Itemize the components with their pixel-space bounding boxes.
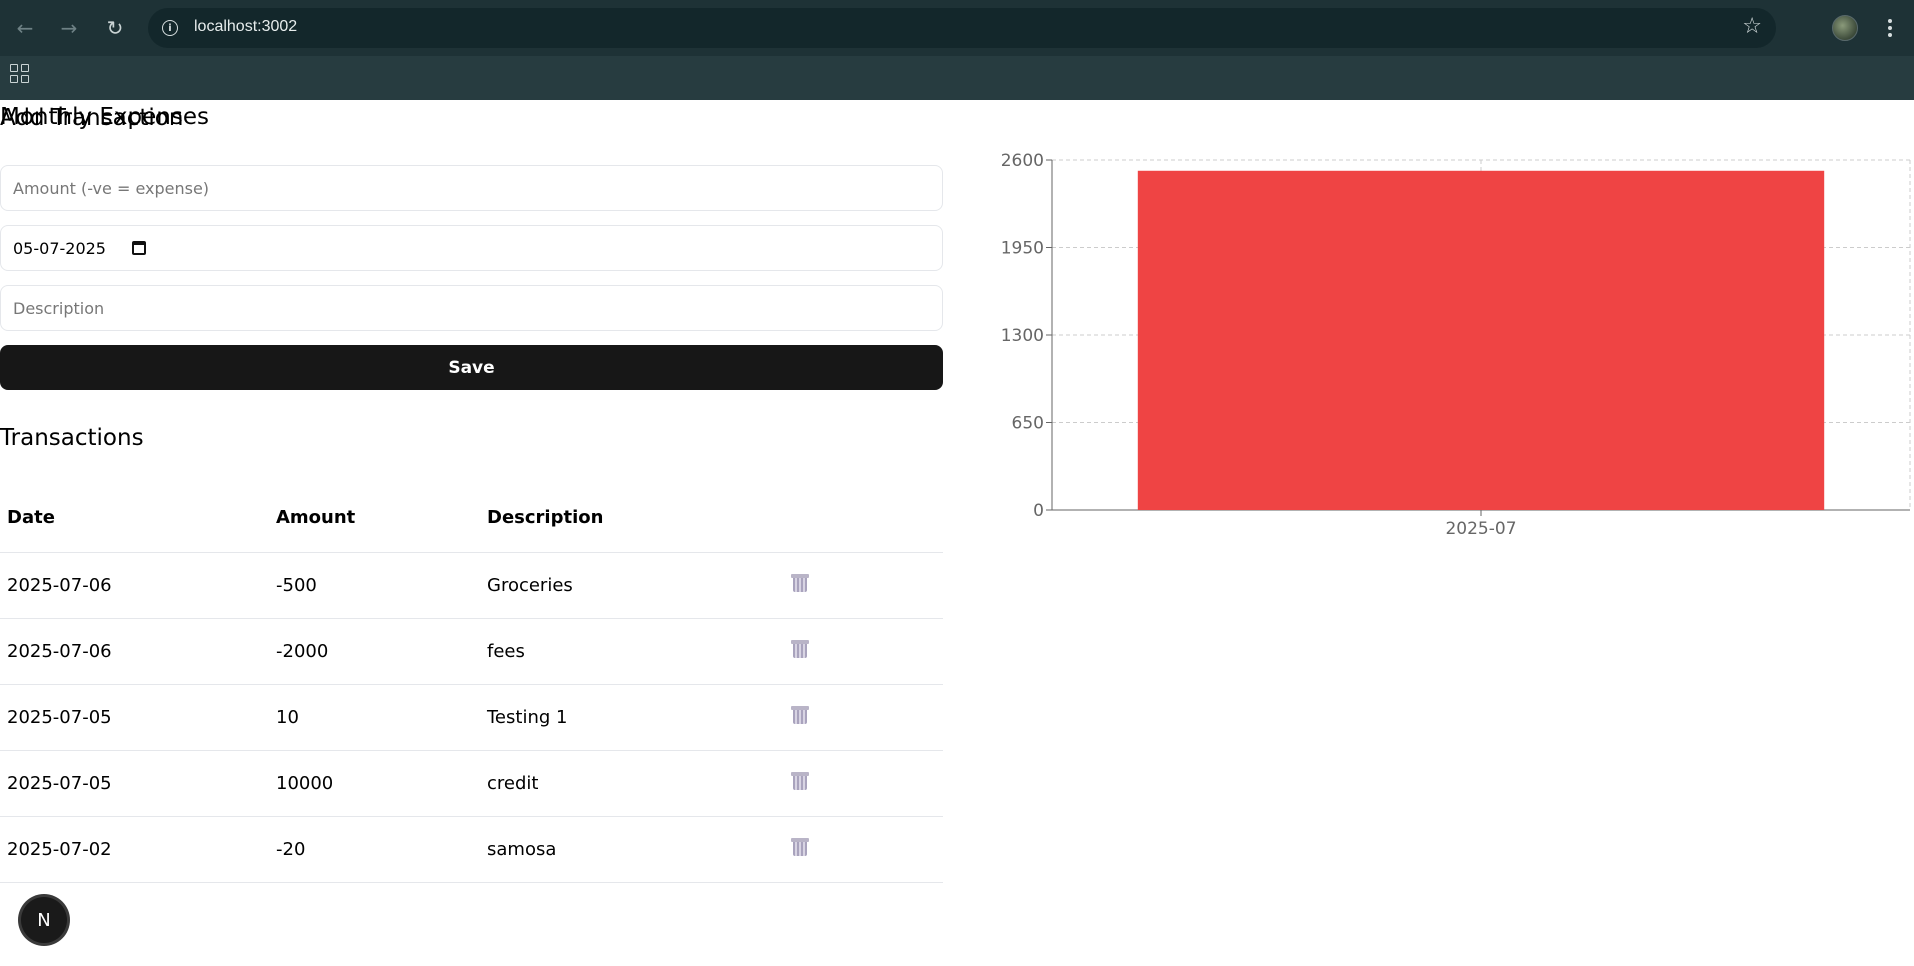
- y-tick-label: 1300: [1001, 326, 1044, 346]
- apps-grid-icon[interactable]: [10, 64, 32, 86]
- trash-icon[interactable]: [791, 705, 809, 724]
- badge-label: N: [37, 909, 51, 931]
- trash-icon[interactable]: [791, 573, 809, 592]
- arrow-right-icon: →: [60, 16, 78, 40]
- row-description: Groceries: [480, 552, 784, 619]
- row-amount: -20: [269, 816, 480, 883]
- reload-button[interactable]: ↻: [100, 13, 130, 43]
- row-actions: [784, 618, 943, 685]
- column-header-date: Date: [0, 484, 269, 553]
- reload-icon: ↻: [106, 16, 124, 40]
- monthly-expenses-heading: Monthly Expenses: [0, 104, 209, 130]
- row-date: 2025-07-05: [0, 684, 269, 751]
- monthly-expenses-chart: 0 650 1300 1950 2600 2025-07: [1001, 152, 1911, 539]
- row-amount: 10000: [269, 750, 480, 817]
- row-description: fees: [480, 618, 784, 685]
- row-actions: [784, 816, 943, 883]
- row-description: Testing 1: [480, 684, 784, 751]
- table-row: 2025-07-05 10 Testing 1: [0, 684, 943, 751]
- site-info-icon[interactable]: i: [158, 16, 182, 40]
- trash-icon[interactable]: [791, 771, 809, 790]
- back-button[interactable]: ←: [10, 13, 40, 43]
- row-date: 2025-07-06: [0, 552, 269, 619]
- star-icon[interactable]: ☆: [1742, 14, 1762, 39]
- address-bar[interactable]: i localhost:3002 ☆: [148, 8, 1776, 48]
- date-value: 05-07-2025: [13, 238, 106, 258]
- row-date: 2025-07-06: [0, 618, 269, 685]
- bar: [1137, 170, 1825, 510]
- url-text: localhost:3002: [194, 18, 298, 35]
- amount-input[interactable]: [0, 165, 943, 211]
- column-header-amount: Amount: [269, 484, 480, 553]
- nextjs-dev-badge[interactable]: N: [21, 897, 67, 943]
- column-header-actions: [784, 484, 943, 553]
- table-row: 2025-07-05 10000 credit: [0, 750, 943, 817]
- row-actions: [784, 684, 943, 751]
- row-actions: [784, 552, 943, 619]
- profile-avatar[interactable]: [1832, 15, 1858, 41]
- date-input[interactable]: 05-07-2025: [0, 225, 943, 271]
- calendar-icon[interactable]: [131, 241, 146, 255]
- row-description: samosa: [480, 816, 784, 883]
- row-amount: 10: [269, 684, 480, 751]
- row-actions: [784, 750, 943, 817]
- arrow-left-icon: ←: [16, 16, 34, 40]
- column-header-description: Description: [480, 484, 784, 553]
- row-description: credit: [480, 750, 784, 817]
- table-row: 2025-07-06 -2000 fees: [0, 618, 943, 685]
- row-amount: -500: [269, 552, 480, 619]
- y-tick-label: 650: [1012, 414, 1044, 434]
- y-tick-label: 1950: [1001, 239, 1044, 259]
- save-button[interactable]: Save: [0, 345, 943, 390]
- table-row: 2025-07-06 -500 Groceries: [0, 552, 943, 619]
- browser-toolbar: ← → ↻ i localhost:3002 ☆: [0, 0, 1914, 56]
- trash-icon[interactable]: [791, 837, 809, 856]
- transactions-heading: Transactions: [0, 425, 144, 451]
- row-date: 2025-07-02: [0, 816, 269, 883]
- transactions-table: Date Amount Description 2025-07-06 -500 …: [0, 484, 943, 883]
- browser-chrome: ← → ↻ i localhost:3002 ☆: [0, 0, 1914, 100]
- page-content: Add Transaction 05-07-2025 Save Transact…: [0, 100, 1914, 966]
- forward-button[interactable]: →: [54, 13, 84, 43]
- trash-icon[interactable]: [791, 639, 809, 658]
- x-tick-label: 2025-07: [1445, 519, 1516, 539]
- y-tick-label: 2600: [1001, 152, 1044, 171]
- y-tick-label: 0: [1033, 501, 1044, 521]
- more-vert-icon[interactable]: [1878, 12, 1902, 44]
- table-header-row: Date Amount Description: [0, 484, 943, 553]
- table-row: 2025-07-02 -20 samosa: [0, 816, 943, 883]
- row-amount: -2000: [269, 618, 480, 685]
- row-date: 2025-07-05: [0, 750, 269, 817]
- description-input[interactable]: [0, 285, 943, 331]
